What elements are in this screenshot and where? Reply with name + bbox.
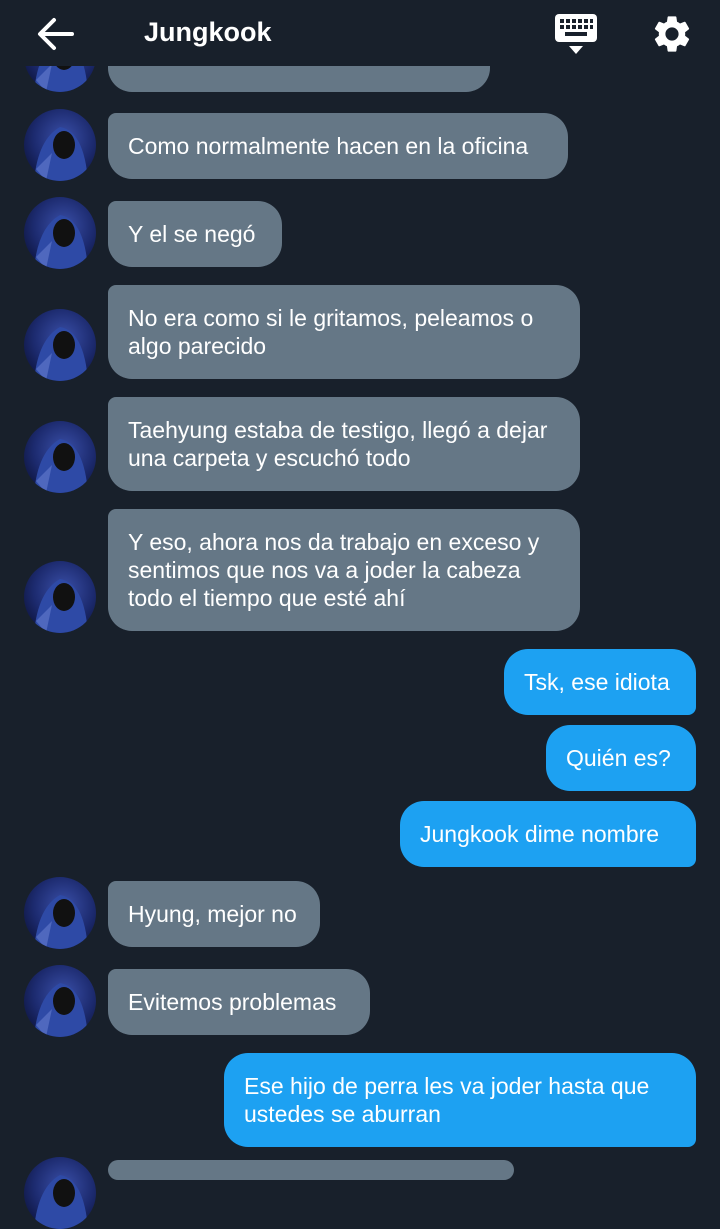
message-bubble-outgoing[interactable]: Ese hijo de perra les va joder hasta que…: [224, 1053, 696, 1147]
message-bubble-partial[interactable]: [108, 1160, 514, 1180]
avatar[interactable]: [24, 965, 96, 1037]
message-bubble-incoming[interactable]: Como normalmente hacen en la oficina: [108, 113, 568, 179]
message-bubble-outgoing[interactable]: Jungkook dime nombre: [400, 801, 696, 867]
conversation-title: Jungkook: [144, 17, 272, 47]
avatar[interactable]: [24, 877, 96, 949]
message-bubble-incoming[interactable]: Y eso, ahora nos da trabajo en exceso y …: [108, 509, 580, 631]
message-bubble-incoming[interactable]: Hyung, mejor no: [108, 881, 320, 947]
message-bubble-incoming[interactable]: Taehyung estaba de testigo, llegó a deja…: [108, 397, 580, 491]
message-bubble-incoming[interactable]: Evitemos problemas: [108, 969, 370, 1035]
message-bubble-incoming[interactable]: No era como si le gritamos, peleamos o a…: [108, 285, 580, 379]
keyboard-icon[interactable]: [553, 12, 599, 56]
avatar[interactable]: [24, 197, 96, 269]
message-bubble-outgoing[interactable]: Quién es?: [546, 725, 696, 791]
avatar[interactable]: [24, 561, 96, 633]
arrow-left-icon[interactable]: [36, 14, 76, 54]
gear-icon[interactable]: [650, 12, 694, 56]
avatar[interactable]: [24, 309, 96, 381]
avatar[interactable]: [24, 109, 96, 181]
chat-header: Jungkook: [0, 0, 720, 66]
message-bubble-outgoing[interactable]: Tsk, ese idiota: [504, 649, 696, 715]
avatar[interactable]: [24, 421, 96, 493]
message-bubble-incoming[interactable]: Y el se negó: [108, 201, 282, 267]
message-thread[interactable]: Como normalmente hacen en la oficina Y e…: [0, 0, 720, 1229]
